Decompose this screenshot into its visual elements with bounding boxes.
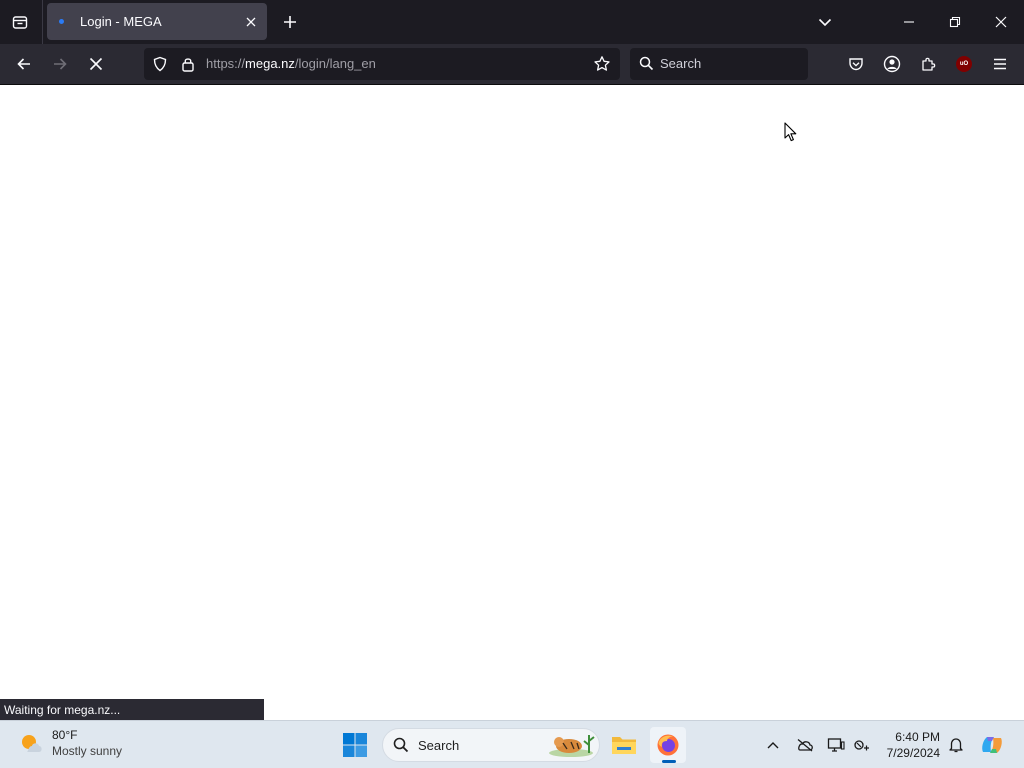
weather-widget[interactable]: 80°F Mostly sunny: [18, 727, 122, 759]
arrow-right-icon: [54, 58, 67, 70]
list-all-tabs-button[interactable]: [810, 8, 840, 36]
display-tray-button[interactable]: [826, 735, 846, 755]
search-icon: [393, 737, 409, 753]
address-bar[interactable]: https://mega.nz/login/lang_en: [144, 48, 620, 80]
taskbar-search-box[interactable]: Search: [382, 728, 600, 762]
monitor-icon: [827, 738, 845, 752]
url-path: /login/lang_en: [294, 56, 376, 71]
bookmark-star-icon[interactable]: [592, 54, 612, 74]
network-disconnected-icon: [854, 740, 869, 751]
show-hidden-icons-button[interactable]: [763, 735, 783, 755]
minimize-icon: [904, 21, 914, 23]
copilot-button[interactable]: [978, 731, 1006, 759]
firefox-view-icon: [12, 16, 28, 29]
back-button[interactable]: [8, 48, 40, 80]
weather-temperature: 80°F: [52, 728, 78, 742]
status-panel: Waiting for mega.nz...: [0, 699, 264, 720]
tab-strip: Login - MEGA: [0, 0, 1024, 44]
page-content: [0, 86, 1024, 720]
windows-logo-icon: [343, 733, 367, 757]
loading-dot-icon: [59, 19, 64, 24]
bell-icon: [949, 738, 963, 753]
network-tray-button[interactable]: [852, 735, 872, 755]
chevron-up-icon: [767, 742, 779, 749]
firefox-logo-icon: [657, 734, 679, 756]
partly-sunny-icon: [22, 735, 42, 752]
taskbar-file-explorer[interactable]: [606, 727, 642, 763]
ublock-origin-button[interactable]: uO: [948, 48, 980, 80]
minimize-button[interactable]: [886, 0, 932, 44]
restore-icon: [949, 16, 961, 28]
clock-date: 7/29/2024: [886, 746, 940, 760]
ublock-origin-icon: uO: [956, 56, 972, 72]
chevron-down-icon: [818, 18, 832, 27]
start-button[interactable]: [342, 732, 368, 758]
tab-close-button[interactable]: [239, 10, 263, 34]
navigation-toolbar: https://mega.nz/login/lang_en Search uO: [0, 44, 1024, 85]
onedrive-tray-button[interactable]: [795, 735, 815, 755]
extensions-button[interactable]: [912, 48, 944, 80]
search-highlight-illustration-icon: [549, 735, 595, 757]
close-icon: [246, 17, 256, 26]
forward-button[interactable]: [44, 48, 76, 80]
plus-icon: [284, 16, 296, 28]
close-window-button[interactable]: [978, 0, 1024, 44]
firefox-view-button[interactable]: [4, 6, 36, 38]
active-app-indicator: [662, 760, 676, 763]
search-placeholder: Search: [660, 56, 702, 71]
arrow-left-icon: [17, 58, 30, 70]
close-icon: [995, 16, 1007, 28]
cloud-offline-icon: [797, 738, 813, 752]
clock-time: 6:40 PM: [895, 730, 940, 744]
search-bar[interactable]: Search: [630, 48, 808, 80]
tab-divider: [42, 0, 43, 44]
taskbar: 80°F Mostly sunny Search 6:40 PM 7/29/20…: [0, 720, 1024, 768]
taskbar-firefox[interactable]: [650, 727, 686, 763]
weather-condition: Mostly sunny: [52, 744, 123, 758]
tab-login-mega[interactable]: Login - MEGA: [47, 3, 267, 40]
folder-icon: [612, 737, 636, 754]
restore-button[interactable]: [932, 0, 978, 44]
url-host: mega.nz: [245, 56, 295, 71]
taskbar-clock[interactable]: 6:40 PM 7/29/2024: [878, 729, 940, 761]
notifications-button[interactable]: [946, 735, 966, 755]
tab-title: Login - MEGA: [80, 14, 162, 29]
puzzle-icon: [922, 57, 936, 71]
hamburger-menu-icon: [994, 58, 1006, 70]
stop-loading-button[interactable]: [80, 48, 112, 80]
app-menu-button[interactable]: [984, 48, 1016, 80]
url-text[interactable]: https://mega.nz/login/lang_en: [206, 56, 376, 71]
lock-icon[interactable]: [178, 54, 198, 74]
search-icon: [639, 56, 654, 71]
copilot-icon: [982, 737, 1002, 753]
new-tab-button[interactable]: [276, 8, 304, 36]
pocket-button[interactable]: [840, 48, 872, 80]
stop-icon: [89, 57, 103, 71]
tracking-protection-shield-icon[interactable]: [150, 54, 170, 74]
mouse-pointer-icon: [784, 122, 798, 147]
taskbar-search-placeholder: Search: [418, 738, 460, 753]
url-scheme: https://: [206, 56, 246, 71]
account-button[interactable]: [876, 48, 908, 80]
pocket-icon: [849, 58, 863, 71]
account-icon: [883, 55, 901, 73]
